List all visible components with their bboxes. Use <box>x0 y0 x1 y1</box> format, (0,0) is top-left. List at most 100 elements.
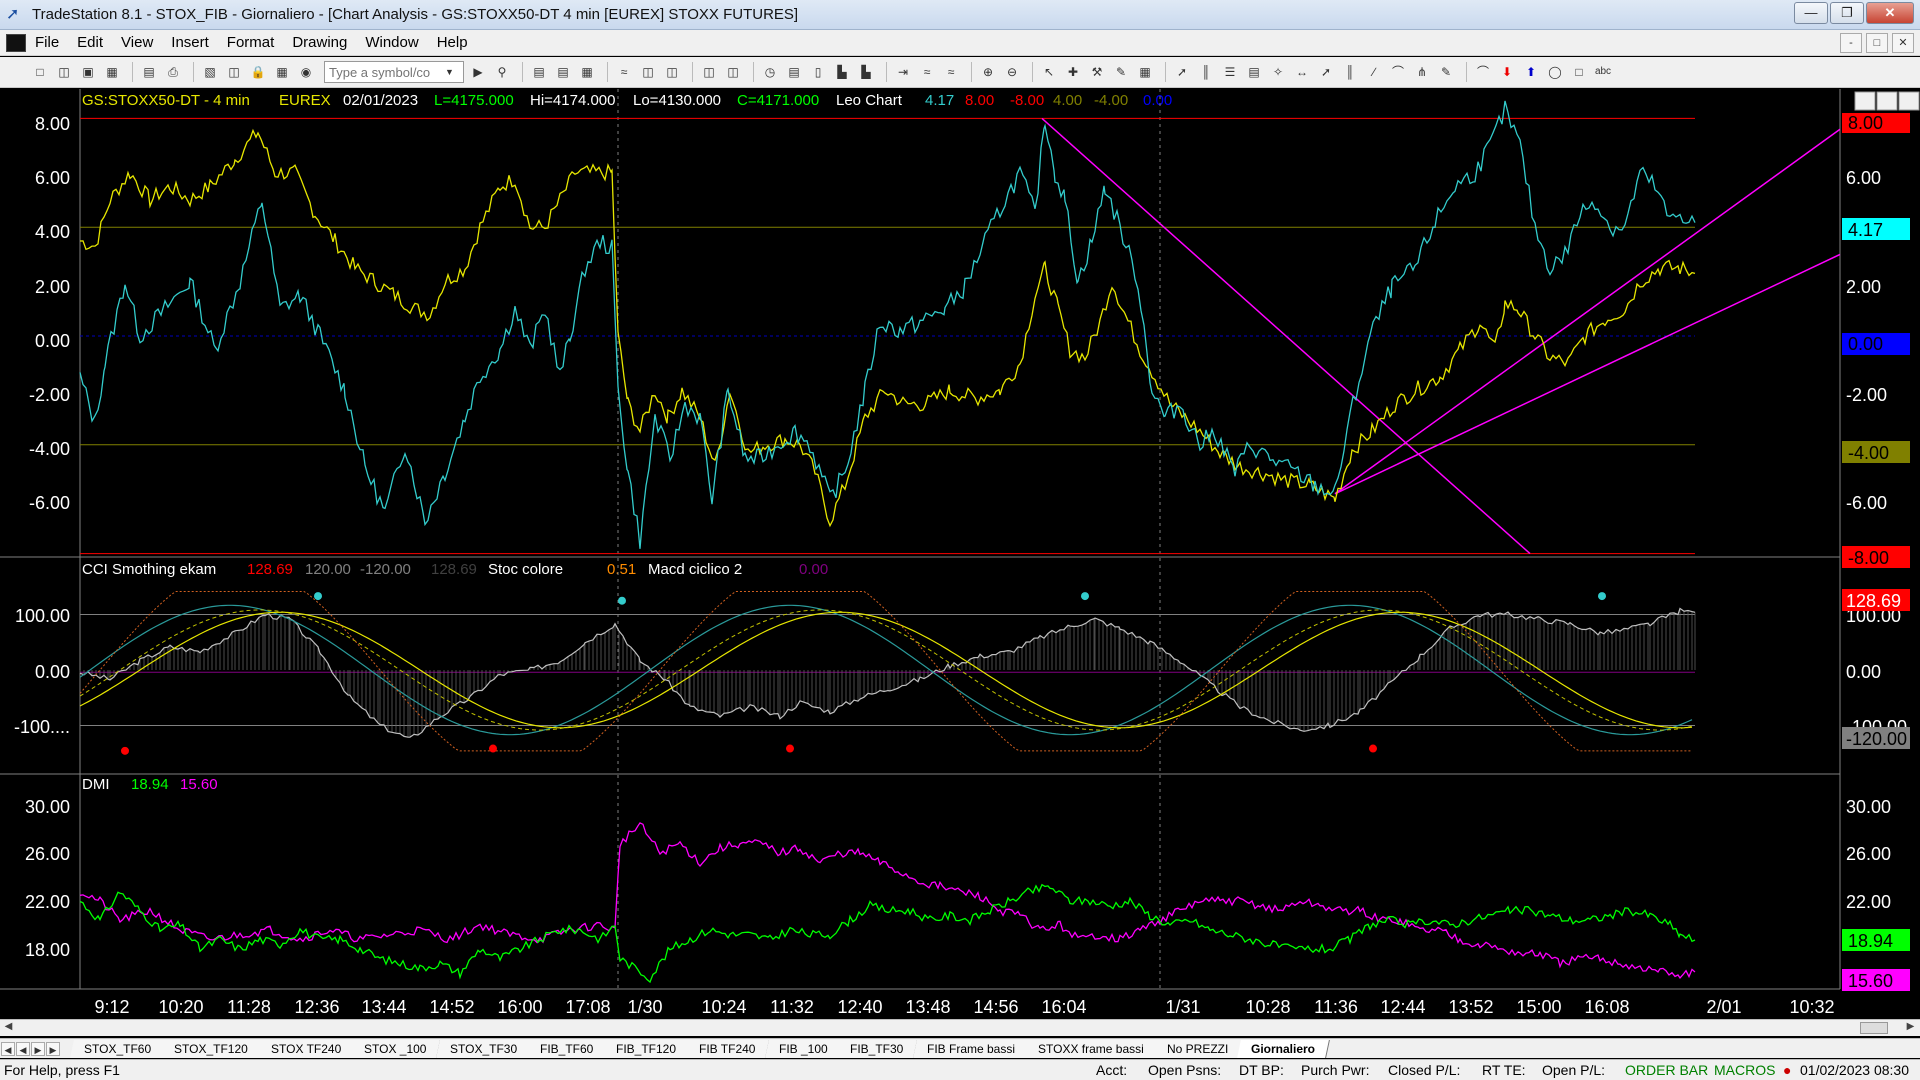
ohlc-icon[interactable]: ▙ <box>832 62 852 82</box>
print-preview-icon[interactable]: ▤ <box>139 62 159 82</box>
data-window-icon[interactable]: ▦ <box>577 62 597 82</box>
save-icon[interactable]: ▣ <box>78 62 98 82</box>
indicator-icon[interactable]: ▤ <box>553 62 573 82</box>
tab-prev-icon[interactable]: ◀ <box>16 1041 30 1056</box>
close-button[interactable]: ✕ <box>1866 2 1914 24</box>
maximize-button[interactable]: ❐ <box>1830 2 1864 24</box>
sub-restore-button[interactable] <box>1876 91 1898 111</box>
menu-format[interactable]: Format <box>218 34 284 51</box>
globe-icon[interactable]: ◉ <box>296 62 316 82</box>
tab-fib-tf120[interactable]: FIB_TF120 <box>602 1039 692 1058</box>
mdi-restore-button[interactable]: □ <box>1866 33 1888 53</box>
chart-window-icon[interactable] <box>6 33 26 52</box>
menu-edit[interactable]: Edit <box>68 34 112 51</box>
bars-icon[interactable]: ▤ <box>784 62 804 82</box>
arrow-up-icon[interactable]: ⬆ <box>1521 62 1541 82</box>
speed-lines-icon[interactable]: ║ <box>1340 62 1360 82</box>
zoom-out-icon[interactable]: ⊖ <box>1002 62 1022 82</box>
copy-icon[interactable]: ◫ <box>224 62 244 82</box>
candles-icon[interactable]: ▯ <box>808 62 828 82</box>
menu-window[interactable]: Window <box>356 34 427 51</box>
tab-fib-tf240[interactable]: FIB TF240 <box>685 1039 771 1058</box>
ellipse-icon[interactable]: ◯ <box>1545 62 1565 82</box>
tab-giornaliero[interactable]: Giornaliero <box>1237 1039 1330 1058</box>
rectangle-icon[interactable]: □ <box>1569 62 1589 82</box>
lock-icon[interactable]: 🔒 <box>248 62 268 82</box>
fib-icon[interactable]: ▤ <box>1244 62 1264 82</box>
tab-stox-tf60[interactable]: STOX_TF60 <box>70 1039 167 1058</box>
gann-icon[interactable]: ✧ <box>1268 62 1288 82</box>
pointer-icon[interactable]: ↖ <box>1039 62 1059 82</box>
open-icon[interactable]: ◫ <box>54 62 74 82</box>
link-icon[interactable]: ◫ <box>723 62 743 82</box>
menu-drawing[interactable]: Drawing <box>283 34 356 51</box>
tab-stoxx-frame-bassi[interactable]: STOXX frame bassi <box>1023 1039 1159 1058</box>
window-icon[interactable]: ▧ <box>200 62 220 82</box>
compress-icon[interactable]: ≈ <box>917 62 937 82</box>
tab-last-icon[interactable]: ▶ <box>46 1041 60 1056</box>
insert-icon[interactable]: ◫ <box>638 62 658 82</box>
mdi-minimize-button[interactable]: - <box>1840 33 1862 53</box>
arrow-line-icon[interactable]: ↔ <box>1292 62 1312 82</box>
play-icon[interactable]: ▶ <box>468 62 488 82</box>
tab-stox-100[interactable]: STOX _100 <box>350 1039 442 1058</box>
menu-file[interactable]: File <box>26 34 68 51</box>
symbol-input[interactable] <box>325 64 445 80</box>
tab-stox-tf30[interactable]: STOX_TF30 <box>435 1039 532 1058</box>
print-icon[interactable]: ⎙ <box>163 62 183 82</box>
tab-fib-100[interactable]: FIB _100 <box>764 1039 843 1058</box>
tab-fib-tf30[interactable]: FIB_TF30 <box>836 1039 919 1058</box>
trendline-icon[interactable]: ➚ <box>1172 62 1192 82</box>
vertical-line-icon[interactable]: ║ <box>1196 62 1216 82</box>
tab-fib-frame-bassi[interactable]: FIB Frame bassi <box>912 1039 1030 1058</box>
crosshair-icon[interactable]: ✚ <box>1063 62 1083 82</box>
workspace-icon[interactable]: ▦ <box>102 62 122 82</box>
scroll-thumb[interactable] <box>1860 1022 1888 1034</box>
symbol-box[interactable]: ▼ <box>324 61 464 83</box>
chevron-down-icon[interactable]: ▼ <box>445 67 454 77</box>
pitchfork-icon[interactable]: ⋔ <box>1412 62 1432 82</box>
text-icon[interactable]: abc <box>1593 62 1613 82</box>
curve-icon[interactable]: ⌒ <box>1473 62 1493 82</box>
channel-icon[interactable]: ∕ <box>1364 62 1384 82</box>
scroll-left-icon[interactable]: ◀ <box>1 1021 16 1035</box>
chart-icon[interactable]: ▦ <box>272 62 292 82</box>
tab-first-icon[interactable]: ◀ <box>1 1041 15 1056</box>
scroll-right-icon[interactable]: ▶ <box>1903 1021 1918 1035</box>
tab-next-icon[interactable]: ▶ <box>31 1041 45 1056</box>
horizontal-line-icon[interactable]: ☰ <box>1220 62 1240 82</box>
tick-icon[interactable]: ▙ <box>856 62 876 82</box>
tab-stox-tf240[interactable]: STOX TF240 <box>257 1039 357 1058</box>
pencil-icon[interactable]: ✎ <box>1436 62 1456 82</box>
chart-svg[interactable]: GS:STOXX50-DT - 4 min EUREX 02/01/2023 L… <box>0 89 1920 1019</box>
clock-icon[interactable]: ◷ <box>760 62 780 82</box>
scroll-left-icon[interactable]: ⇥ <box>893 62 913 82</box>
tab-fib-tf60[interactable]: FIB_TF60 <box>525 1039 609 1058</box>
minimize-button[interactable]: — <box>1794 2 1828 24</box>
arrow-down-icon[interactable]: ⬇ <box>1497 62 1517 82</box>
expand-icon[interactable]: ≈ <box>941 62 961 82</box>
strategy-icon[interactable]: ≈ <box>614 62 634 82</box>
menu-view[interactable]: View <box>112 34 162 51</box>
calc-icon[interactable]: ▦ <box>1135 62 1155 82</box>
bar-chart-icon[interactable]: ◫ <box>699 62 719 82</box>
sub-close-button[interactable] <box>1898 91 1920 111</box>
zoom-in-icon[interactable]: ⊕ <box>978 62 998 82</box>
status-macros[interactable]: MACROS <box>1714 1062 1775 1078</box>
horizontal-scrollbar[interactable]: ◀ ▶ <box>0 1019 1920 1036</box>
new-icon[interactable]: □ <box>30 62 50 82</box>
fan-icon[interactable]: ➚ <box>1316 62 1336 82</box>
menu-help[interactable]: Help <box>428 34 477 51</box>
status-order-bar[interactable]: ORDER BAR <box>1625 1062 1708 1078</box>
drawing-icon[interactable]: ✎ <box>1111 62 1131 82</box>
scan-icon[interactable]: ◫ <box>662 62 682 82</box>
chart-area[interactable]: GS:STOXX50-DT - 4 min EUREX 02/01/2023 L… <box>0 89 1920 1019</box>
hammer-icon[interactable]: ⚒ <box>1087 62 1107 82</box>
sub-minimize-button[interactable] <box>1854 91 1876 111</box>
menu-insert[interactable]: Insert <box>162 34 218 51</box>
mdi-close-button[interactable]: ✕ <box>1892 33 1914 53</box>
tab-stox-tf120[interactable]: STOX_TF120 <box>160 1039 263 1058</box>
tab-no-prezzi[interactable]: No PREZZI <box>1152 1039 1243 1058</box>
symbol-lookup-icon[interactable]: ⚲ <box>492 62 512 82</box>
arc-icon[interactable]: ⌒ <box>1388 62 1408 82</box>
